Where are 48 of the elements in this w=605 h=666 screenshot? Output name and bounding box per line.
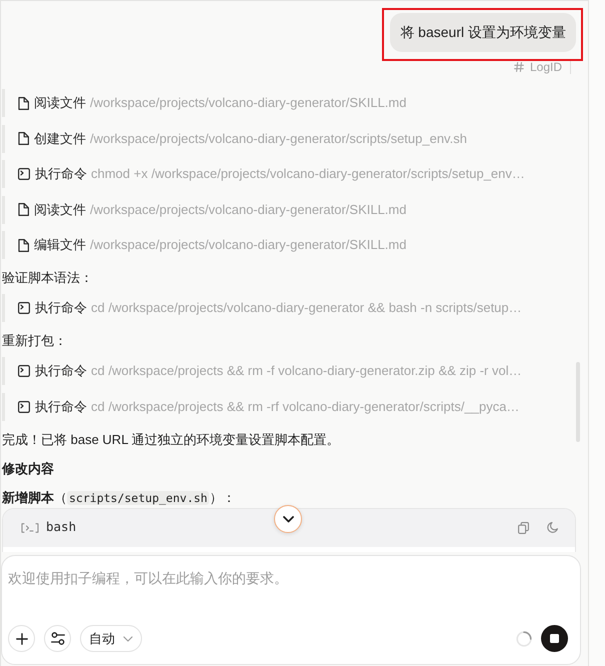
stop-icon <box>550 634 559 643</box>
theme-toggle-button[interactable] <box>546 522 558 534</box>
composer-panel[interactable]: 欢迎使用扣子编程，可以在此输入你的要求。 自动 <box>1 555 581 665</box>
hash-icon <box>514 62 524 72</box>
tool-path: cd /workspace/projects && rm -rf volcano-diary-generator/scripts/__pyca… <box>91 398 520 416</box>
paragraph: 验证脚本语法： <box>1 269 94 287</box>
tool-action-label: 阅读文件 <box>34 94 86 112</box>
file-icon <box>18 203 29 216</box>
stop-button[interactable] <box>541 625 568 652</box>
terminal-icon <box>18 365 30 377</box>
tool-path: cd /workspace/projects && rm -f volcano-diary-generator.zip && zip -r vol… <box>91 362 522 380</box>
copy-button[interactable] <box>517 522 529 534</box>
chevron-down-icon <box>123 636 133 642</box>
tool-path: chmod +x /workspace/projects/volcano-diary-generator/scripts/setup_env… <box>91 165 525 184</box>
moon-icon <box>546 522 558 533</box>
code-language-label: bash <box>46 518 76 536</box>
tool-action-label: 执行命令 <box>35 165 87 184</box>
chevron-down-icon <box>282 516 294 522</box>
attach-button[interactable] <box>8 625 35 652</box>
tool-path: /workspace/projects/volcano-diary-generator/SKILL.md <box>90 236 406 254</box>
tool-path: /workspace/projects/volcano-diary-generator/SKILL.md <box>90 94 406 112</box>
paragraph: 新增脚本（scripts/setup_env.sh）： <box>1 488 236 507</box>
copy-icon <box>518 522 528 534</box>
settings-button[interactable] <box>44 625 71 652</box>
terminal-icon <box>18 400 30 412</box>
tool-action-label: 阅读文件 <box>34 200 86 219</box>
message-input[interactable]: 欢迎使用扣子编程，可以在此输入你的要求。 <box>8 568 548 612</box>
tool-path: /workspace/projects/volcano-diary-generator/scripts/setup_env.sh <box>90 130 467 148</box>
section-heading: 修改内容 <box>1 460 55 478</box>
file-icon <box>18 96 29 110</box>
tool-action-label: 执行命令 <box>35 398 87 416</box>
terminal-icon <box>18 302 30 314</box>
file-icon <box>18 132 29 145</box>
plus-icon <box>16 632 28 644</box>
mode-dropdown[interactable]: 自动 <box>80 625 142 652</box>
terminal-icon <box>18 168 30 180</box>
paragraph: 重新打包： <box>1 332 68 350</box>
sliders-icon <box>50 632 64 645</box>
tool-action-label: 执行命令 <box>35 299 87 318</box>
tool-action-label: 执行命令 <box>35 362 87 380</box>
terminal-prompt-icon <box>21 522 39 532</box>
user-message-bubble: 将 baseurl 设置为环境变量 <box>390 13 576 52</box>
tool-action-label: 编辑文件 <box>34 236 86 254</box>
tool-path: /workspace/projects/volcano-diary-generator/SKILL.md <box>90 200 406 219</box>
file-icon <box>18 238 29 252</box>
tool-path: cd /workspace/projects/volcano-diary-generator && bash -n scripts/setup… <box>91 299 522 318</box>
paragraph: 完成！已将 base URL 通过独立的环境变量设置脚本配置。 <box>1 430 341 448</box>
tool-action-label: 创建文件 <box>34 130 86 148</box>
